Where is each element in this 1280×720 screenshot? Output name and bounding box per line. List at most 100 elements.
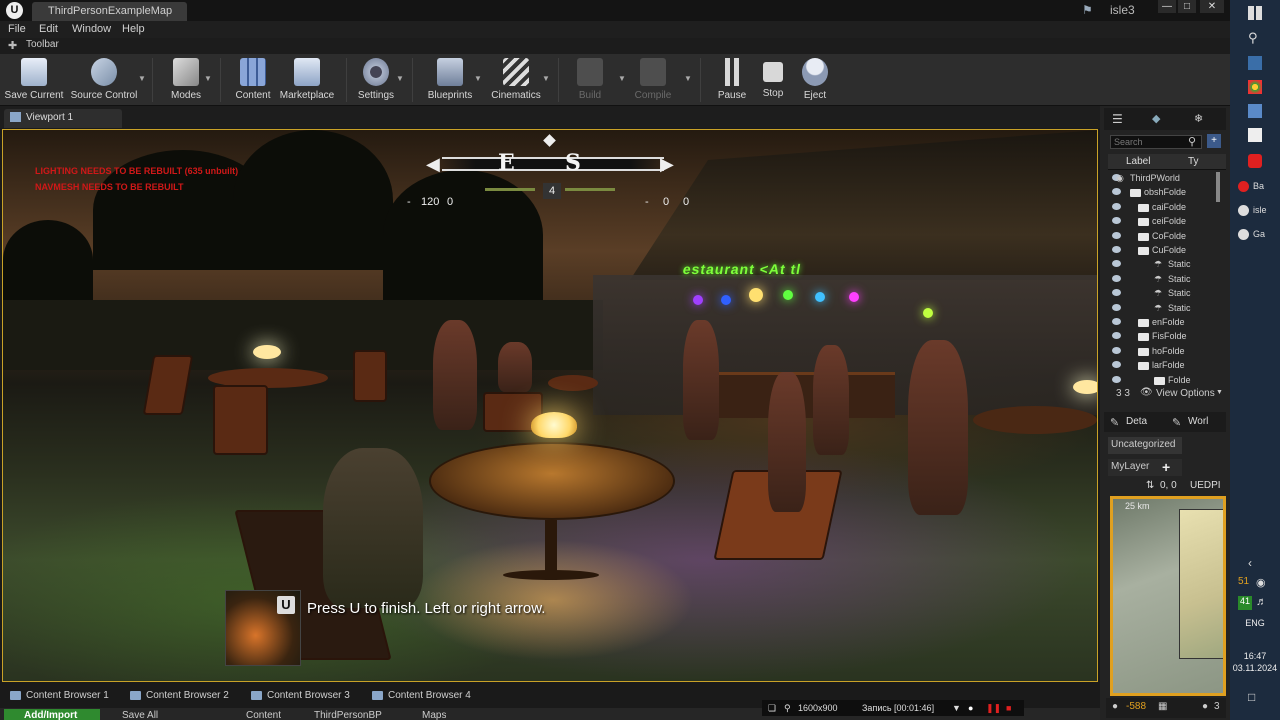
chevron-left-icon[interactable]: ‹ <box>1248 556 1262 570</box>
visibility-eye-icon[interactable] <box>1112 274 1121 282</box>
visibility-eye-icon[interactable] <box>1112 303 1121 311</box>
menu-help[interactable]: Help <box>122 23 145 35</box>
compile-caret-icon[interactable]: ▼ <box>684 74 692 83</box>
pause-button[interactable]: Pause <box>712 56 752 101</box>
column-label[interactable]: Label <box>1126 156 1150 167</box>
taskbar-app-icon[interactable] <box>1248 104 1262 118</box>
save-current-button[interactable]: Save Current <box>4 56 64 101</box>
visibility-eye-icon[interactable] <box>1112 375 1121 383</box>
visibility-eye-icon[interactable] <box>1112 246 1121 253</box>
taskbar-app-ga[interactable]: Ga <box>1236 226 1280 244</box>
world-dot-icon[interactable]: ● <box>1202 701 1208 712</box>
add-import-button[interactable]: Add/Import <box>4 709 100 720</box>
chrome-icon[interactable] <box>1248 80 1262 94</box>
minimize-button[interactable]: — <box>1158 0 1176 13</box>
settings-button[interactable]: Settings <box>356 56 396 101</box>
outliner-row[interactable]: obshFolde <box>1108 186 1216 200</box>
layers-icon[interactable]: ◆ <box>1152 112 1160 125</box>
visibility-eye-icon[interactable] <box>1112 289 1121 297</box>
document-tab[interactable]: ThirdPersonExampleMap <box>32 2 187 21</box>
visibility-eye-icon[interactable] <box>1112 202 1121 210</box>
visibility-eye-icon[interactable] <box>1112 346 1121 354</box>
outliner-list-icon[interactable]: ☰ <box>1112 112 1123 126</box>
visibility-eye-icon[interactable] <box>1112 188 1121 196</box>
modes-caret-icon[interactable]: ▼ <box>204 74 212 83</box>
close-button[interactable]: ✕ <box>1200 0 1224 13</box>
game-viewport[interactable]: estaurant <At tl LIGHTING NEEDS TO BE RE… <box>2 129 1098 682</box>
path-thirdpersonbp[interactable]: ThirdPersonBP <box>314 709 382 720</box>
visibility-eye-icon[interactable] <box>1112 260 1121 268</box>
visibility-eye-icon[interactable] <box>1112 318 1121 325</box>
outliner-row[interactable]: ☂ Static <box>1108 302 1216 316</box>
recorder-zoom-icon[interactable]: ⚲ <box>784 703 791 714</box>
taskbar-app-isle[interactable]: isle <box>1236 202 1280 220</box>
content-browser-tab-2[interactable]: Content Browser 2 <box>128 690 229 701</box>
taskbar-clock[interactable]: 16:47 03.11.2024 <box>1230 650 1280 674</box>
outliner-row[interactable]: CoFolde <box>1108 230 1216 244</box>
content-browser-tab-3[interactable]: Content Browser 3 <box>249 690 350 701</box>
view-options-button[interactable]: View Options <box>1156 388 1215 399</box>
source-control-button[interactable]: Source Control <box>70 56 138 101</box>
outliner-row[interactable]: ◉ ThirdPWorld <box>1108 172 1216 186</box>
visibility-eye-icon[interactable] <box>1112 332 1121 340</box>
build-button[interactable]: Build <box>568 56 612 101</box>
outliner-scrollbar[interactable] <box>1216 172 1220 202</box>
view-options-caret-icon[interactable]: ▼ <box>1216 389 1223 396</box>
slider-handle-icon[interactable]: ● <box>1112 701 1118 712</box>
recorder-dropdown-icon[interactable]: ▼ <box>952 703 961 713</box>
levels-icon[interactable]: ❄ <box>1194 112 1203 125</box>
save-all-button[interactable]: Save All <box>122 709 158 720</box>
outliner-row[interactable]: caiFolde <box>1108 201 1216 215</box>
content-button[interactable]: Content <box>232 56 274 101</box>
cinematics-caret-icon[interactable]: ▼ <box>542 74 550 83</box>
outliner-row[interactable]: CuFolde <box>1108 244 1216 258</box>
add-layer-button[interactable]: + <box>1162 459 1170 475</box>
menu-edit[interactable]: Edit <box>39 23 58 35</box>
maximize-button[interactable]: □ <box>1178 0 1196 13</box>
recorder-window-icon[interactable]: ❏ <box>768 703 776 714</box>
visibility-eye-icon[interactable] <box>1112 231 1121 239</box>
notification-icon[interactable]: □ <box>1248 690 1262 704</box>
path-maps[interactable]: Maps <box>422 709 446 720</box>
search-icon[interactable]: ⚲ <box>1248 30 1262 45</box>
taskbar-app-ba[interactable]: Ba <box>1236 178 1280 196</box>
marketplace-button[interactable]: Marketplace <box>279 56 335 101</box>
outliner-row[interactable]: larFolde <box>1108 359 1216 373</box>
modes-button[interactable]: Modes <box>164 56 208 101</box>
outliner-row[interactable]: ceiFolde <box>1108 215 1216 229</box>
menu-file[interactable]: File <box>8 23 26 35</box>
outliner-row[interactable]: ☂ Static <box>1108 258 1216 272</box>
build-caret-icon[interactable]: ▼ <box>618 74 626 83</box>
outliner-row[interactable]: enFolde <box>1108 316 1216 330</box>
cinematics-button[interactable]: Cinematics <box>488 56 544 101</box>
add-actor-icon[interactable]: + <box>1207 134 1221 148</box>
stop-button[interactable]: Stop <box>756 56 790 99</box>
recorder-stop-icon[interactable]: ■ <box>1006 703 1011 713</box>
recorder-camera-icon[interactable]: ● <box>968 703 973 713</box>
taskbar-app-icon[interactable] <box>1248 56 1262 70</box>
taskbar-app-icon[interactable] <box>1248 128 1262 142</box>
blueprints-button[interactable]: Blueprints <box>424 56 476 101</box>
visibility-eye-icon[interactable] <box>1112 361 1121 369</box>
layer-uncategorized[interactable]: Uncategorized <box>1108 437 1182 454</box>
tab-world-settings[interactable]: Worl <box>1188 416 1208 427</box>
youtube-icon[interactable] <box>1248 154 1262 168</box>
language-indicator[interactable]: ENG <box>1230 618 1280 628</box>
windows-start-icon[interactable] <box>1248 6 1262 20</box>
outliner-row[interactable]: ☂ Static <box>1108 287 1216 301</box>
world-grid-icon[interactable]: ▦ <box>1158 701 1167 712</box>
outliner-row[interactable]: hoFolde <box>1108 345 1216 359</box>
volume-icon[interactable]: ♬ <box>1256 596 1270 610</box>
globe-icon[interactable]: ◉ <box>1256 576 1270 590</box>
compile-button[interactable]: Compile <box>630 56 676 101</box>
visibility-eye-icon[interactable] <box>1112 217 1121 225</box>
path-content[interactable]: Content <box>246 709 281 720</box>
layer-mylayer[interactable]: MyLayer <box>1108 459 1182 476</box>
menu-window[interactable]: Window <box>72 23 111 35</box>
world-composition-minimap[interactable]: 25 km <box>1110 496 1226 696</box>
outliner-row[interactable]: FisFolde <box>1108 330 1216 344</box>
recorder-pause-icon[interactable]: ❚❚ <box>986 703 1001 714</box>
toolbar-tab[interactable]: ✚ Toolbar <box>0 38 1230 54</box>
content-browser-tab-4[interactable]: Content Browser 4 <box>370 690 471 701</box>
blueprints-caret-icon[interactable]: ▼ <box>474 74 482 83</box>
